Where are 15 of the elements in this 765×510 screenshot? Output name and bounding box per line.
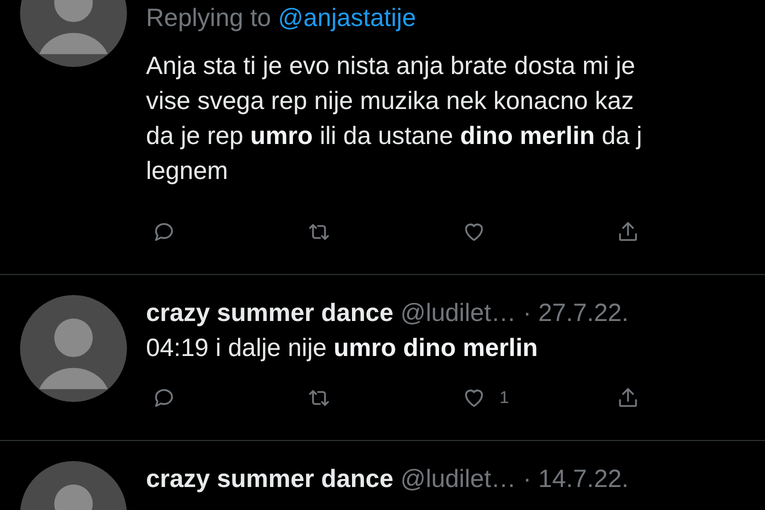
display-name[interactable]: crazy summer dance (146, 299, 394, 327)
user-link[interactable]: @anjastatije (278, 4, 416, 32)
reply-icon[interactable] (152, 220, 176, 244)
handle-date: @ludilet… · 14.7.22. (400, 465, 629, 493)
tweet-text: vise svega rep nije muzika nek konacno kaz (146, 86, 635, 117)
tweet-text: Anja sta ti je evo nista anja brate dosta mi je (146, 51, 636, 82)
reply-icon[interactable] (152, 386, 176, 410)
display-name[interactable]: crazy summer dance (146, 465, 394, 493)
tweet-text: da je rep umro ili da ustane dino merlin da j (146, 121, 644, 152)
handle-date: @ludilet… · 27.7.22. (400, 299, 629, 327)
tweet-text: legnem (146, 156, 229, 187)
like-count: 1 (500, 388, 509, 408)
replying-label: Replying to (146, 4, 272, 32)
tweet-text: 04:19 i dalje nije umro dino merlin (146, 333, 539, 364)
avatar[interactable] (20, 295, 127, 402)
